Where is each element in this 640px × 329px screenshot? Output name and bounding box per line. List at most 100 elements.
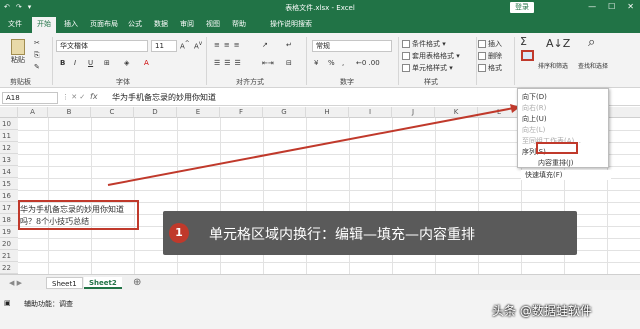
column-header[interactable]: J <box>392 107 435 118</box>
menu-item-flash-fill[interactable]: 快速填充(F) <box>521 170 611 180</box>
format-painter-icon[interactable]: ✎ <box>34 63 40 71</box>
fill-color-icon[interactable]: ◈ <box>124 59 129 67</box>
conditional-format-button[interactable]: 条件格式 ▾ <box>402 39 446 49</box>
copy-icon[interactable]: ⎘ <box>34 51 40 60</box>
fill-button[interactable] <box>521 50 534 61</box>
wrap-text-icon[interactable]: ↵ <box>286 41 292 49</box>
formula-input[interactable]: 华为手机备忘录的妙用你知道 <box>112 92 512 104</box>
column-header[interactable]: L <box>478 107 521 118</box>
insert-icon <box>478 40 486 48</box>
delete-cells-button[interactable]: 删除 <box>478 51 502 61</box>
tab-home[interactable]: 开始 <box>32 17 56 33</box>
maximize-icon[interactable]: ☐ <box>608 2 615 11</box>
row-header[interactable]: 16 <box>0 190 18 202</box>
format-as-table-button[interactable]: 套用表格格式 ▾ <box>402 51 460 61</box>
macro-icon[interactable]: ▣ <box>4 299 11 307</box>
tab-view[interactable]: 视图 <box>206 19 220 29</box>
add-sheet-icon[interactable]: ⊕ <box>128 277 146 289</box>
row-header[interactable]: 21 <box>0 250 18 262</box>
row-header[interactable]: 14 <box>0 166 18 178</box>
sheet-tab-bar: ◀ ▶ Sheet1 Sheet2 ⊕ <box>0 274 640 290</box>
percent-button[interactable]: % <box>328 59 335 67</box>
column-header[interactable]: K <box>435 107 478 118</box>
number-group-label: 数字 <box>340 78 354 86</box>
format-label: 格式 <box>488 64 502 72</box>
italic-button[interactable]: I <box>74 59 76 67</box>
font-size-select[interactable]: 11 <box>151 40 177 52</box>
merge-center-icon[interactable]: ⊟ <box>286 59 292 67</box>
close-icon[interactable]: ✕ <box>627 2 634 11</box>
formula-bar-buttons[interactable]: ⋮ ✕ ✓ <box>62 93 85 101</box>
underline-button[interactable]: U <box>88 59 93 67</box>
row-header[interactable]: 10 <box>0 118 18 130</box>
tab-formulas[interactable]: 公式 <box>128 19 142 29</box>
autosum-icon[interactable]: Σ <box>520 35 527 48</box>
number-format-select[interactable]: 常规 <box>312 40 392 52</box>
row-header[interactable]: 18 <box>0 214 18 226</box>
currency-icon[interactable]: ¥ <box>314 59 318 67</box>
row-header[interactable]: 19 <box>0 226 18 238</box>
column-header[interactable]: H <box>306 107 349 118</box>
tab-review[interactable]: 审阅 <box>180 19 194 29</box>
row-header[interactable]: 22 <box>0 262 18 274</box>
font-group-label: 字体 <box>116 78 130 86</box>
column-header[interactable]: B <box>48 107 91 118</box>
column-header[interactable]: D <box>134 107 177 118</box>
menu-item-fill-down[interactable]: 向下(D) <box>522 92 547 102</box>
clipboard-group-label: 剪贴板 <box>10 78 31 86</box>
row-header[interactable]: 12 <box>0 142 18 154</box>
row-header[interactable]: 17 <box>0 202 18 214</box>
find-select-icon[interactable]: ⌕ <box>588 35 595 50</box>
comma-button[interactable]: , <box>342 59 344 67</box>
paste-button[interactable]: 粘贴 <box>8 39 28 69</box>
cell-styles-button[interactable]: 单元格样式 ▾ <box>402 63 453 73</box>
format-cells-button[interactable]: 格式 <box>478 63 502 73</box>
menu-item-fill-right[interactable]: 向右(R) <box>522 103 546 113</box>
column-header[interactable]: I <box>349 107 392 118</box>
accessibility-status[interactable]: 辅助功能：调查 <box>24 299 73 309</box>
sort-filter-icon[interactable]: A↓Z <box>546 37 570 50</box>
tab-help[interactable]: 帮助 <box>232 19 246 29</box>
sheet-nav-icon[interactable]: ◀ ▶ <box>4 277 27 289</box>
column-header[interactable]: E <box>177 107 220 118</box>
tab-insert[interactable]: 插入 <box>64 19 78 29</box>
row-header[interactable]: 15 <box>0 178 18 190</box>
sheet-tab-sheet2[interactable]: Sheet2 <box>84 277 122 289</box>
minimize-icon[interactable]: — <box>588 2 596 11</box>
column-header[interactable]: G <box>263 107 306 118</box>
indent-icons[interactable]: ⇤⇥ <box>262 59 274 67</box>
font-color-icon[interactable]: A <box>144 59 149 67</box>
borders-icon[interactable]: ⊞ <box>104 59 110 67</box>
menu-item-fill-up[interactable]: 向上(U) <box>522 114 547 124</box>
menu-item-justify[interactable]: 内容重排(J) <box>538 158 574 168</box>
sheet-tab-sheet1[interactable]: Sheet1 <box>46 277 83 289</box>
column-header[interactable]: F <box>220 107 263 118</box>
tab-page-layout[interactable]: 页面布局 <box>90 19 118 29</box>
insert-function-icon[interactable]: fx <box>90 92 98 101</box>
login-button[interactable]: 登录 <box>510 2 534 13</box>
cut-icon[interactable]: ✂ <box>34 39 40 47</box>
column-header[interactable]: C <box>91 107 134 118</box>
menu-item-fill-left[interactable]: 向左(L) <box>522 125 545 135</box>
column-header[interactable]: A <box>18 107 48 118</box>
decimal-icons[interactable]: ←0 .00 <box>356 59 380 67</box>
insert-cells-button[interactable]: 插入 <box>478 39 502 49</box>
grow-font-icon[interactable]: A^ <box>180 41 190 50</box>
font-name-select[interactable]: 华文楷体 <box>56 40 148 52</box>
row-header[interactable]: 20 <box>0 238 18 250</box>
name-box[interactable]: A18 <box>2 92 58 104</box>
cell-styles-label: 单元格样式 <box>412 64 447 72</box>
row-header[interactable]: 11 <box>0 130 18 142</box>
tab-file[interactable]: 文件 <box>8 19 22 29</box>
tab-data[interactable]: 数据 <box>154 19 168 29</box>
tell-me-search[interactable]: 操作说明搜索 <box>270 19 312 29</box>
row-header[interactable]: 13 <box>0 154 18 166</box>
shrink-font-icon[interactable]: Av <box>194 41 202 50</box>
title-bar: ↶ ↷ ▾ 表格文件.xlsx - Excel 登录 — ☐ ✕ <box>0 0 640 16</box>
instruction-callout: 1 单元格区域内换行：编辑—填充—内容重排 <box>163 211 577 255</box>
select-all-corner[interactable] <box>0 107 18 118</box>
vertical-align-icons[interactable]: ≡≡≡ <box>214 41 244 49</box>
horizontal-align-icons[interactable]: ☰☰☰ <box>214 59 245 67</box>
orientation-icon[interactable]: ↗ <box>262 41 268 49</box>
bold-button[interactable]: B <box>60 59 65 67</box>
